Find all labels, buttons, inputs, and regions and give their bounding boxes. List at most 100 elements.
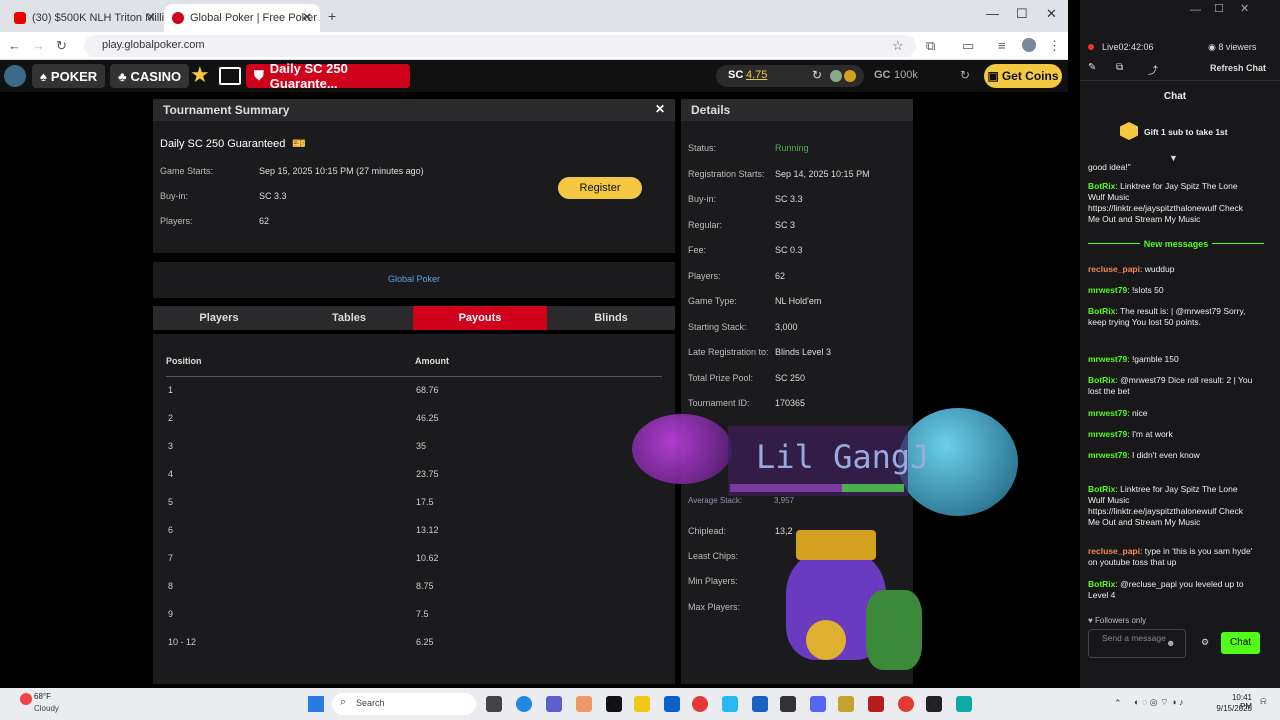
- purple-planet-icon: [632, 414, 732, 484]
- chat-username[interactable]: recluse_papi: [1088, 264, 1140, 274]
- file-explorer-icon[interactable]: [634, 696, 650, 712]
- task-view-icon[interactable]: [486, 696, 502, 712]
- chat-username[interactable]: BotRix: [1088, 375, 1115, 385]
- favorites-star-icon[interactable]: ★: [190, 63, 210, 87]
- host-minimize-icon[interactable]: —: [1190, 4, 1201, 16]
- payout-amount: 6.25: [416, 637, 434, 647]
- share-icon[interactable]: ⤴: [1148, 62, 1158, 77]
- detail-value: SC 3: [775, 219, 796, 230]
- close-icon[interactable]: ✕: [146, 10, 156, 24]
- chrome-icon[interactable]: [898, 696, 914, 712]
- global-poker-favicon: [172, 12, 184, 24]
- chat-send-button[interactable]: Chat: [1221, 632, 1260, 654]
- tab-players[interactable]: Players: [153, 306, 285, 330]
- payout-position: 2: [168, 413, 174, 423]
- forward-icon[interactable]: →: [32, 38, 45, 53]
- close-icon[interactable]: ✕: [302, 10, 312, 24]
- nav-poker-button[interactable]: ♠ POKER: [32, 64, 106, 88]
- notification-bell-icon[interactable]: ⍾: [1260, 696, 1267, 707]
- teams-icon[interactable]: [546, 696, 562, 712]
- app-icon[interactable]: [956, 696, 972, 712]
- overlay-bar-purple: [730, 484, 844, 492]
- reload-icon[interactable]: ↻: [56, 38, 67, 54]
- min-players-label: Min Players:: [688, 576, 738, 586]
- gift-sub-banner[interactable]: Gift 1 sub to take 1st: [1144, 127, 1228, 137]
- settings-gear-icon[interactable]: ⚙: [1201, 637, 1209, 648]
- globe-logo-icon[interactable]: [4, 65, 26, 87]
- emoji-icon[interactable]: ☻: [1166, 638, 1175, 648]
- windows-start-icon[interactable]: [308, 696, 324, 712]
- copy-icon[interactable]: ⧉: [1116, 62, 1123, 73]
- menu-list-icon[interactable]: ≡: [998, 38, 1006, 53]
- app-icon[interactable]: [780, 696, 796, 712]
- panel-header: Tournament Summary ✕: [153, 99, 675, 121]
- app-icon[interactable]: [868, 696, 884, 712]
- chat-username[interactable]: mrwest79: [1088, 354, 1127, 364]
- live-label: Live: [1102, 42, 1119, 52]
- tray-chevron-icon[interactable]: ⌃: [1114, 698, 1122, 709]
- cast-icon[interactable]: ▭: [962, 38, 974, 54]
- chat-username[interactable]: BotRix: [1088, 181, 1115, 191]
- discord-icon[interactable]: [810, 696, 826, 712]
- browser-tab[interactable]: (30) $500K NLH Triton Milli… ✕: [6, 4, 164, 32]
- back-icon[interactable]: ←: [8, 38, 21, 53]
- nav-casino-label: CASINO: [130, 68, 182, 84]
- chat-message: mrwest79: nice: [1088, 408, 1256, 419]
- chat-username[interactable]: BotRix: [1088, 306, 1115, 316]
- minimize-icon[interactable]: —: [986, 6, 999, 21]
- global-poker-link[interactable]: Global Poker: [153, 274, 675, 284]
- refresh-icon[interactable]: ↻: [812, 68, 822, 82]
- copilot-icon[interactable]: [576, 696, 592, 712]
- lobby-grid-icon[interactable]: [219, 67, 241, 85]
- taskbar-search[interactable]: ⌕ Search: [332, 693, 476, 715]
- url-field[interactable]: play.globalpoker.com: [84, 35, 916, 57]
- maximize-icon[interactable]: ☐: [1016, 6, 1028, 22]
- bookmark-star-icon[interactable]: ☆: [892, 38, 904, 54]
- app-icon[interactable]: [722, 696, 738, 712]
- weather-temp: 68°F: [34, 692, 51, 701]
- store-icon[interactable]: [664, 696, 680, 712]
- nav-casino-button[interactable]: ♣ CASINO: [110, 64, 190, 88]
- chat-username[interactable]: mrwest79: [1088, 285, 1127, 295]
- tab-payouts[interactable]: Payouts: [413, 306, 547, 330]
- refresh-chat-button[interactable]: Refresh Chat: [1210, 63, 1266, 73]
- edge-icon[interactable]: [516, 696, 532, 712]
- host-close-icon[interactable]: ✕: [1240, 2, 1249, 15]
- browser-tab-active[interactable]: Global Poker | Free Poker At Its… ✕: [164, 4, 320, 32]
- chrome-icon[interactable]: [692, 696, 708, 712]
- new-tab-button[interactable]: +: [328, 8, 336, 24]
- tournament-tab-button[interactable]: ⛊ Daily SC 250 Guarante...: [246, 61, 410, 91]
- more-menu-icon[interactable]: ⋮: [1048, 38, 1061, 54]
- close-icon[interactable]: ✕: [655, 102, 665, 116]
- chat-message: recluse_papi: type in 'this is you sam h…: [1088, 546, 1256, 568]
- obs-icon[interactable]: [926, 696, 942, 712]
- tab-tables[interactable]: Tables: [285, 306, 413, 330]
- get-coins-button[interactable]: ▣ Get Coins: [984, 64, 1062, 88]
- app-icon[interactable]: [752, 696, 768, 712]
- detail-value: SC 0.3: [775, 245, 803, 255]
- scrollbar[interactable]: [1068, 0, 1080, 688]
- register-button[interactable]: Register: [558, 177, 642, 199]
- tab-blinds[interactable]: Blinds: [547, 306, 675, 330]
- chat-username[interactable]: mrwest79: [1088, 429, 1127, 439]
- profile-avatar[interactable]: [1022, 38, 1036, 52]
- tiktok-icon[interactable]: [606, 696, 622, 712]
- table-row: 8 8.75: [166, 581, 666, 595]
- chat-message: BotRix: @recluse_papi you leveled up to …: [1088, 579, 1256, 601]
- chat-username[interactable]: mrwest79: [1088, 450, 1127, 460]
- dragon-mascot: [776, 520, 926, 680]
- chat-username[interactable]: mrwest79: [1088, 408, 1127, 418]
- refresh-icon[interactable]: ↻: [960, 68, 970, 82]
- tray-icons[interactable]: ◐ ◌ ◎ ⌔ ◑ ♪: [1134, 697, 1184, 708]
- gc-balance: GC 100k ↻: [870, 65, 978, 87]
- chat-username[interactable]: BotRix: [1088, 579, 1115, 589]
- chat-username[interactable]: recluse_papi: [1088, 546, 1140, 556]
- pencil-icon[interactable]: ✎: [1088, 62, 1096, 73]
- header-divider: [166, 376, 662, 377]
- extensions-icon[interactable]: ⧉: [926, 38, 935, 54]
- close-window-icon[interactable]: ✕: [1046, 6, 1057, 22]
- chat-username[interactable]: BotRix: [1088, 484, 1115, 494]
- app-icon[interactable]: [838, 696, 854, 712]
- tournament-name-text: Daily SC 250 Guaranteed: [160, 138, 286, 150]
- host-maximize-icon[interactable]: ☐: [1214, 2, 1224, 15]
